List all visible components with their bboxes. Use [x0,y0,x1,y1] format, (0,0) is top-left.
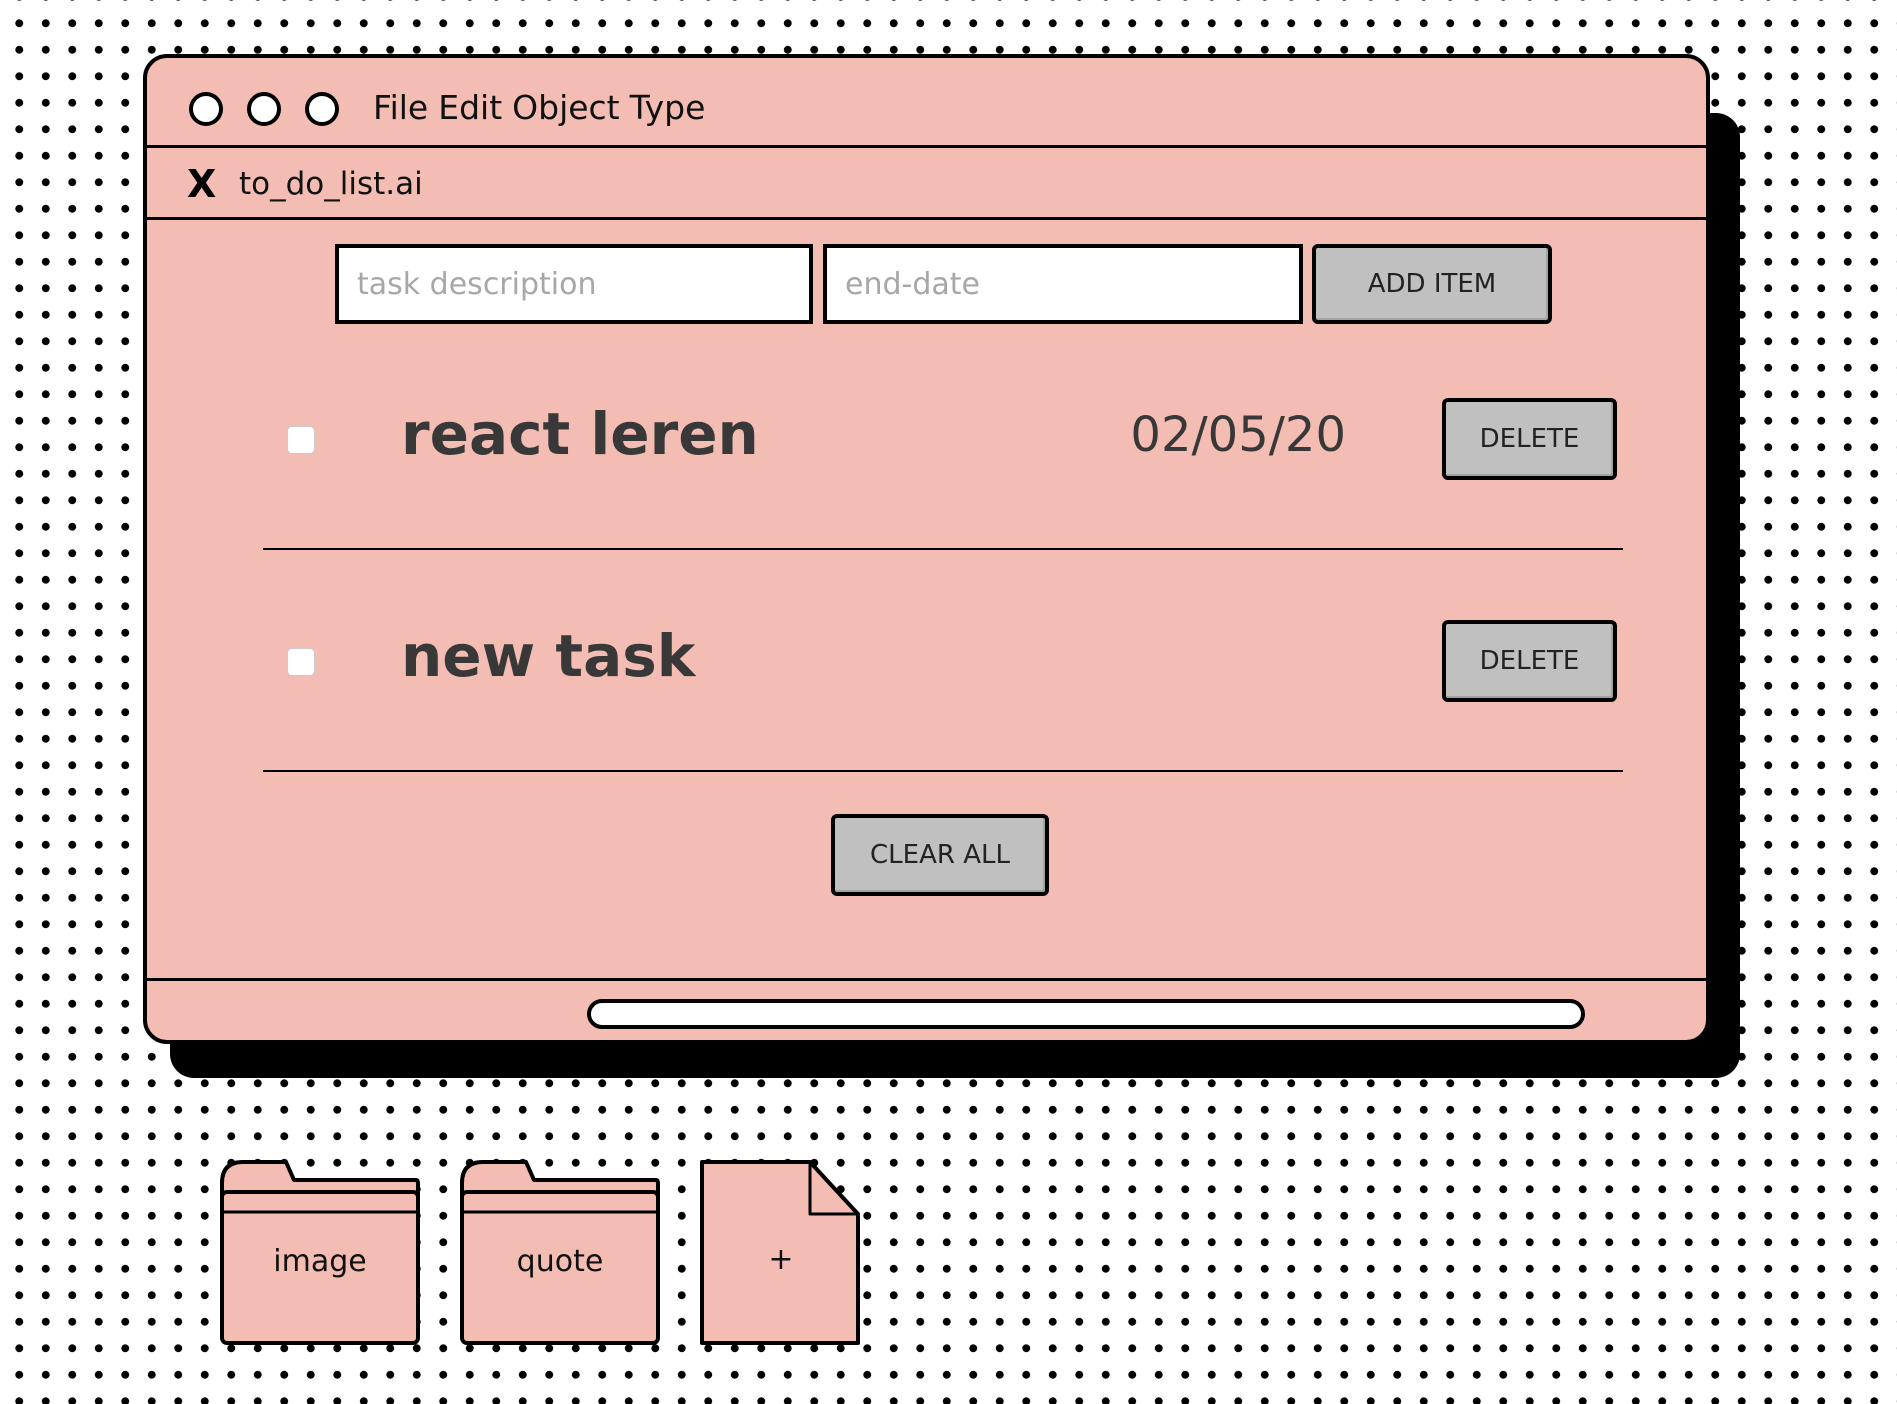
desktop-folder-quote[interactable]: quote [460,1160,660,1345]
desktop-new-file[interactable]: + [700,1160,862,1345]
divider [263,770,1623,772]
menu-bar: File Edit Object Type [373,86,705,130]
clear-all-button[interactable]: CLEAR ALL [831,814,1049,896]
task-text: new task [401,622,696,690]
folder-label: quote [516,1244,604,1279]
window-minimize-circle-icon[interactable] [247,92,281,126]
window-close-circle-icon[interactable] [189,92,223,126]
task-date: 02/05/20 [1130,407,1346,463]
app-window: File Edit Object Type X to_do_list.ai AD… [143,54,1710,1044]
new-file-label: + [768,1242,794,1277]
menu-item-object[interactable]: Object [512,86,619,130]
menu-item-file[interactable]: File [373,86,428,130]
delete-button[interactable]: DELETE [1442,398,1617,480]
task-checkbox[interactable] [287,648,315,676]
menu-item-edit[interactable]: Edit [438,86,502,130]
folder-label: image [273,1244,367,1279]
menu-item-type[interactable]: Type [630,86,706,130]
task-description-input[interactable] [335,244,813,324]
task-checkbox[interactable] [287,426,315,454]
title-bar: File Edit Object Type [147,58,1706,148]
window-maximize-circle-icon[interactable] [305,92,339,126]
add-item-button[interactable]: ADD ITEM [1312,244,1552,324]
desktop-folder-image[interactable]: image [220,1160,420,1345]
tab-title[interactable]: to_do_list.ai [239,162,423,206]
horizontal-scrollbar[interactable] [587,999,1585,1029]
task-text: react leren [401,400,759,468]
bottom-bar [147,978,1706,1040]
tab-close-icon[interactable]: X [187,158,216,210]
divider [263,548,1623,550]
tab-bar: X to_do_list.ai [147,148,1706,220]
end-date-input[interactable] [823,244,1303,324]
delete-button[interactable]: DELETE [1442,620,1617,702]
